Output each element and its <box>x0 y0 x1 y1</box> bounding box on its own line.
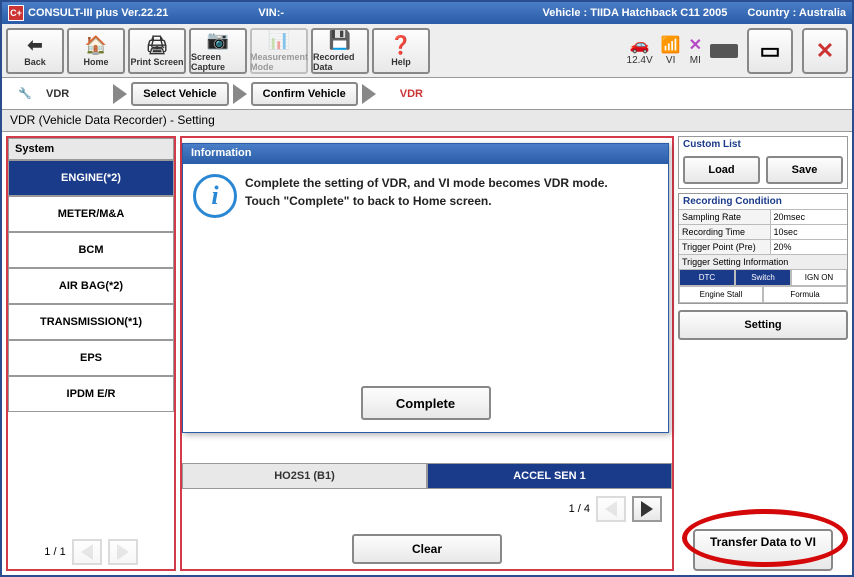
information-dialog: Information i Complete the setting of VD… <box>182 143 669 433</box>
data-row: HO2S1 (B1) ACCEL SEN 1 <box>182 463 672 489</box>
screen-capture-button[interactable]: 📷Screen Capture <box>189 28 247 74</box>
recorded-icon: 💾 <box>329 30 351 52</box>
system-item-transmission[interactable]: TRANSMISSION(*1) <box>8 304 174 340</box>
page-title: VDR (Vehicle Data Recorder) - Setting <box>2 110 852 132</box>
system-list: ENGINE(*2) METER/M&A BCM AIR BAG(*2) TRA… <box>8 160 174 535</box>
select-vehicle-button[interactable]: Select Vehicle <box>131 82 228 106</box>
trigger-dtc[interactable]: DTC <box>679 269 735 286</box>
save-button[interactable]: Save <box>766 156 843 184</box>
voltage-value: 12.4V <box>627 55 653 66</box>
system-panel: System ENGINE(*2) METER/M&A BCM AIR BAG(… <box>6 136 176 571</box>
vin-label: VIN:- <box>258 7 284 19</box>
minimize-button[interactable]: ▭ <box>747 28 793 74</box>
printer-icon: 🖨 <box>146 35 169 57</box>
chevron-right-icon <box>233 84 247 104</box>
system-item-bcm[interactable]: BCM <box>8 232 174 268</box>
recording-title: Recording Condition <box>679 194 847 209</box>
center-next-button[interactable] <box>632 496 662 522</box>
breadcrumb-current: VDR <box>400 88 423 100</box>
vdr-icon: 🔧 <box>8 82 42 106</box>
rc-key: Recording Time <box>679 225 771 239</box>
camera-icon: 📷 <box>207 30 229 52</box>
system-pager: 1 / 1 <box>8 535 174 569</box>
data-cell-accel[interactable]: ACCEL SEN 1 <box>427 463 672 489</box>
country-label: Country : Australia <box>747 7 846 19</box>
print-button[interactable]: 🖨Print Screen <box>128 28 186 74</box>
center-page-label: 1 / 4 <box>569 503 590 515</box>
vehicle-label: Vehicle : TIIDA Hatchback C11 2005 <box>543 7 728 19</box>
right-panel: Custom List Load Save Recording Conditio… <box>678 136 848 571</box>
rc-val: 20% <box>771 240 847 254</box>
main-toolbar: ⬅Back 🏠Home 🖨Print Screen 📷Screen Captur… <box>2 24 852 78</box>
dialog-message: Complete the setting of VDR, and VI mode… <box>245 174 608 374</box>
system-next-button <box>108 539 138 565</box>
system-item-meter[interactable]: METER/M&A <box>8 196 174 232</box>
trigger-switch[interactable]: Switch <box>735 269 791 286</box>
clear-button[interactable]: Clear <box>352 534 502 564</box>
battery-icon <box>710 44 738 58</box>
app-logo: C+ <box>8 5 24 21</box>
recording-condition-box: Recording Condition Sampling Rate20msec … <box>678 193 848 304</box>
status-group: 🚗12.4V 📶VI ✕MI <box>627 35 738 66</box>
info-icon: i <box>193 174 237 218</box>
system-page-label: 1 / 1 <box>44 546 65 558</box>
system-header: System <box>8 138 174 160</box>
rc-key: Trigger Point (Pre) <box>679 240 771 254</box>
rc-val: 20msec <box>771 210 847 224</box>
complete-button[interactable]: Complete <box>361 386 491 420</box>
chevron-right-icon <box>362 84 376 104</box>
center-prev-button <box>596 496 626 522</box>
system-item-ipdm[interactable]: IPDM E/R <box>8 376 174 412</box>
load-button[interactable]: Load <box>683 156 760 184</box>
vi-label: VI <box>666 55 675 66</box>
mi-label: MI <box>690 55 701 66</box>
back-button[interactable]: ⬅Back <box>6 28 64 74</box>
close-button[interactable]: ✕ <box>802 28 848 74</box>
breadcrumb: 🔧 VDR Select Vehicle Confirm Vehicle VDR <box>2 78 852 110</box>
trigger-ignon[interactable]: IGN ON <box>791 269 847 286</box>
mi-x-icon: ✕ <box>689 35 702 55</box>
measurement-mode-button: 📊Measurement Mode <box>250 28 308 74</box>
app-title: CONSULT-III plus Ver.22.21 <box>28 7 168 19</box>
system-item-engine[interactable]: ENGINE(*2) <box>8 160 174 196</box>
trigger-formula[interactable]: Formula <box>763 286 847 303</box>
rc-key: Sampling Rate <box>679 210 771 224</box>
window-titlebar: C+ CONSULT-III plus Ver.22.21 VIN:- Vehi… <box>2 2 852 24</box>
custom-list-box: Custom List Load Save <box>678 136 848 189</box>
signal-icon: 📶 <box>661 35 681 55</box>
confirm-vehicle-button[interactable]: Confirm Vehicle <box>251 82 358 106</box>
system-item-eps[interactable]: EPS <box>8 340 174 376</box>
recorded-data-button[interactable]: 💾Recorded Data <box>311 28 369 74</box>
transfer-data-button[interactable]: Transfer Data to VI <box>693 529 833 571</box>
chevron-right-icon <box>113 84 127 104</box>
breadcrumb-section: VDR <box>46 88 69 100</box>
system-item-airbag[interactable]: AIR BAG(*2) <box>8 268 174 304</box>
custom-list-title: Custom List <box>679 137 847 152</box>
back-icon: ⬅ <box>27 35 42 57</box>
home-icon: 🏠 <box>85 35 107 57</box>
dialog-title: Information <box>183 144 668 164</box>
home-button[interactable]: 🏠Home <box>67 28 125 74</box>
data-cell-ho2s1[interactable]: HO2S1 (B1) <box>182 463 427 489</box>
system-prev-button <box>72 539 102 565</box>
trigger-engine-stall[interactable]: Engine Stall <box>679 286 763 303</box>
car-icon: 🚗 <box>630 35 650 55</box>
help-button[interactable]: ❓Help <box>372 28 430 74</box>
setting-button[interactable]: Setting <box>678 310 848 340</box>
rc-val: 10sec <box>771 225 847 239</box>
center-pager: 1 / 4 <box>182 489 672 529</box>
help-icon: ❓ <box>390 35 412 57</box>
gauge-icon: 📊 <box>268 30 290 52</box>
trigger-sub: Trigger Setting Information <box>679 254 847 269</box>
